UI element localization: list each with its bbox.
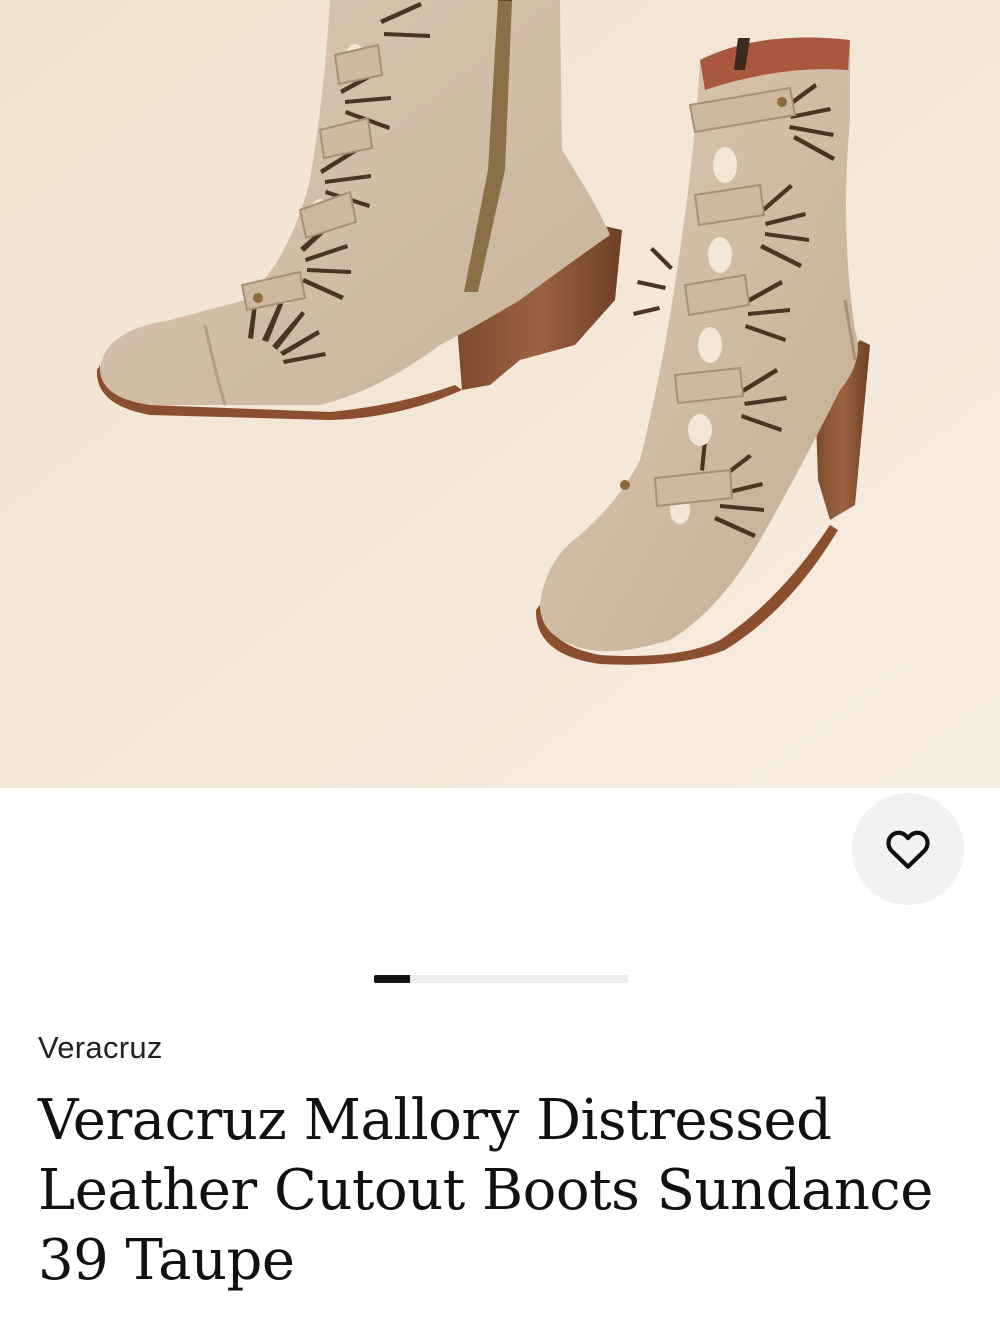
product-image-carousel[interactable]	[0, 0, 1000, 788]
brand-link[interactable]: Veracruz	[38, 1030, 163, 1066]
product-title: Veracruz Mallory Distressed Leather Cuto…	[38, 1088, 933, 1293]
image-carousel-progress	[374, 975, 628, 983]
product-photo	[0, 0, 1000, 788]
image-carousel-progress-fill	[374, 975, 410, 983]
favorite-button[interactable]	[852, 793, 964, 905]
heart-outline-icon	[886, 830, 930, 869]
